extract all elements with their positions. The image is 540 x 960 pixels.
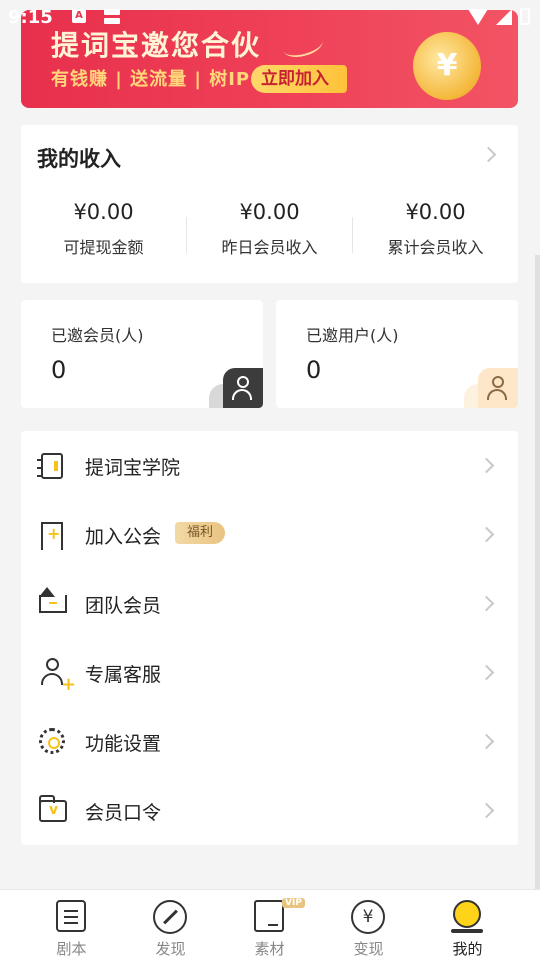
menu-item-member-code[interactable]: 会员口令 — [21, 776, 518, 845]
menu-item-academy[interactable]: 提词宝学院 — [21, 431, 518, 500]
bookmark-plus-icon — [41, 522, 63, 550]
stat-label: 昨日会员收入 — [221, 238, 318, 257]
stat-amount: ¥0.00 — [405, 200, 466, 224]
chevron-right-icon — [478, 457, 495, 474]
nav-item-monetize[interactable]: ¥ 变现 — [319, 890, 418, 960]
invited-users-card[interactable]: 已邀用户(人) 0 — [276, 300, 518, 408]
crown-icon — [39, 587, 67, 613]
user-plus-icon: + — [41, 658, 76, 695]
chevron-right-icon — [478, 733, 495, 750]
menu-item-settings[interactable]: 功能设置 — [21, 707, 518, 776]
gear-icon — [39, 728, 65, 754]
storage-icon — [104, 9, 120, 25]
folder-v-icon — [39, 795, 67, 822]
nav-label: 变现 — [353, 940, 384, 958]
chevron-right-icon — [478, 664, 495, 681]
stat-total-member-income[interactable]: ¥0.00 累计会员收入 — [353, 200, 518, 258]
coin-icon: ¥ — [413, 32, 481, 100]
nav-item-script[interactable]: 剧本 — [22, 890, 121, 960]
nav-item-discover[interactable]: 发现 — [121, 890, 220, 960]
system-icons — [468, 8, 530, 25]
book-icon — [37, 453, 63, 479]
nav-item-material[interactable]: VIP 素材 — [220, 890, 319, 960]
stat-yesterday-member-income[interactable]: ¥0.00 昨日会员收入 — [187, 200, 352, 258]
material-icon — [254, 900, 284, 932]
stat-amount: ¥0.00 — [239, 200, 300, 224]
menu-item-label: 团队会员 — [85, 595, 162, 617]
nav-label: 素材 — [254, 940, 285, 958]
add-member-icon — [223, 368, 263, 408]
chevron-right-icon[interactable] — [480, 146, 497, 163]
nav-label: 我的 — [452, 940, 483, 958]
signal-icon — [496, 8, 512, 25]
invited-users-count: 0 — [306, 356, 322, 384]
menu-item-label: 加入公会 — [85, 526, 162, 548]
script-icon — [56, 900, 86, 932]
menu-item-team-members[interactable]: 团队会员 — [21, 569, 518, 638]
battery-icon — [520, 8, 530, 25]
income-card[interactable]: 我的收入 ¥0.00 可提现金额 ¥0.00 昨日会员收入 ¥0.00 累计会员… — [21, 125, 518, 283]
user-icon — [478, 368, 518, 408]
bottom-nav: 剧本 发现 VIP 素材 ¥ 变现 我的 — [0, 889, 540, 960]
chevron-right-icon — [478, 526, 495, 543]
nav-item-me[interactable]: 我的 — [418, 890, 517, 960]
menu-item-label: 提词宝学院 — [85, 457, 181, 479]
invited-members-label: 已邀会员(人) — [51, 326, 144, 345]
status-time: 9:15 — [8, 7, 53, 28]
menu-list: 提词宝学院 加入公会 福利 团队会员 + 专属客服 功能设置 会员口令 — [21, 431, 518, 845]
stat-amount: ¥0.00 — [73, 200, 134, 224]
wifi-icon — [468, 8, 488, 25]
stat-label: 累计会员收入 — [387, 238, 484, 257]
profile-icon — [450, 900, 484, 934]
yuan-icon: ¥ — [351, 900, 385, 934]
menu-item-join-guild[interactable]: 加入公会 福利 — [21, 500, 518, 569]
chevron-right-icon — [478, 802, 495, 819]
stat-label: 可提现金额 — [63, 238, 144, 257]
benefit-tag: 福利 — [175, 522, 226, 544]
invited-users-label: 已邀用户(人) — [306, 326, 399, 345]
nav-label: 发现 — [155, 940, 186, 958]
chevron-right-icon — [478, 595, 495, 612]
vip-badge: VIP — [282, 898, 305, 908]
scrollbar[interactable] — [535, 255, 540, 890]
status-bar: 9:15 A — [0, 0, 540, 36]
join-now-button[interactable]: 立即加入 — [251, 65, 347, 93]
banner-subtitle: 有钱赚 | 送流量 | 树IP — [51, 69, 251, 90]
text-a-icon: A — [72, 9, 86, 23]
stat-withdrawable[interactable]: ¥0.00 可提现金额 — [21, 200, 186, 258]
menu-item-label: 会员口令 — [85, 802, 162, 824]
nav-label: 剧本 — [56, 940, 87, 958]
invited-members-count: 0 — [51, 356, 67, 384]
menu-item-label: 专属客服 — [85, 664, 162, 686]
invited-members-card[interactable]: 已邀会员(人) 0 — [21, 300, 263, 408]
menu-item-customer-service[interactable]: + 专属客服 — [21, 638, 518, 707]
menu-item-label: 功能设置 — [85, 733, 162, 755]
income-title: 我的收入 — [37, 147, 121, 171]
compass-icon — [153, 900, 187, 934]
